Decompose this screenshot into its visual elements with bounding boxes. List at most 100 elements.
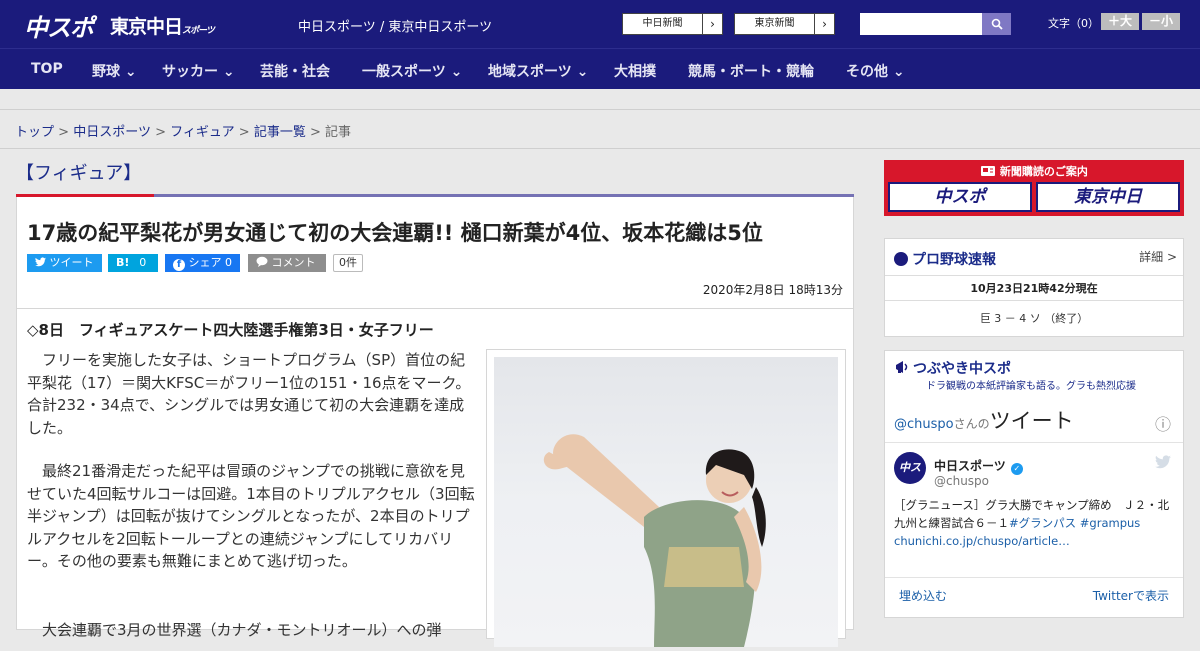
nav-item-baseball[interactable]: 野球 ⌄ [92, 61, 137, 81]
tweet-account-handle[interactable]: @chuspo [934, 474, 989, 488]
tokyo-chunichi-logo-sub: スポーツ [182, 26, 215, 36]
facebook-share-label: シェア [188, 256, 222, 269]
comment-label: コメント [271, 256, 316, 269]
tweet-account[interactable]: 中日スポーツ ✓ [934, 455, 1023, 475]
baseball-card-title: プロ野球速報 [894, 249, 996, 269]
verified-badge-icon: ✓ [1010, 463, 1023, 475]
top-bar: 中スポ 東京中日スポーツ 中日スポーツ / 東京中日スポーツ 中日新聞 › 東京新… [0, 0, 1200, 48]
nav-item-top[interactable]: TOP [31, 61, 63, 77]
chevron-right-icon: › [702, 14, 722, 34]
baseball-card-title-text: プロ野球速報 [912, 252, 996, 268]
skater-figure-illustration [543, 434, 766, 647]
hatena-bookmark-button[interactable]: B! 0 [108, 254, 158, 272]
breadcrumb-top[interactable]: トップ [15, 125, 54, 140]
baseball-score[interactable]: 巨 3 － 4 ソ （終了） [885, 310, 1183, 326]
divider [885, 442, 1183, 443]
breadcrumb-separator: > [238, 125, 250, 140]
font-smaller-button[interactable]: －小 [1142, 13, 1180, 30]
article-date: 2020年2月8日 18時13分 [702, 283, 843, 297]
nav-item-other[interactable]: その他 ⌄ [846, 61, 905, 81]
twitter-bird-icon [35, 257, 46, 267]
megaphone-icon [896, 361, 908, 373]
site-name: 中日スポーツ / 東京中日スポーツ [298, 20, 493, 35]
divider [885, 300, 1183, 301]
font-size-label: 文字（0） [1048, 17, 1099, 30]
nav-item-entertainment[interactable]: 芸能・社会 [260, 61, 330, 81]
breadcrumb-separator: > [309, 125, 321, 140]
nav-item-general-sports[interactable]: 一般スポーツ ⌄ [362, 61, 462, 81]
speech-bubble-icon [256, 256, 268, 267]
article-paragraph: 大会連覇で3月の世界選（カナダ・モントリオール）への弾 [42, 621, 442, 639]
tweets-header-handle[interactable]: @chuspo [894, 417, 954, 432]
divider [0, 148, 1200, 149]
chuspo-logo[interactable]: 中スポ [24, 8, 94, 43]
nav-item-keiba[interactable]: 競馬・ボート・競輪 [688, 61, 814, 81]
hatena-count: 0 [139, 256, 147, 269]
nav-item-soccer[interactable]: サッカー ⌄ [162, 61, 235, 81]
article-subheading: ◇8日 フィギュアスケート四大陸選手権第3日・女子フリー [27, 321, 434, 339]
tweet-button[interactable]: ツイート [27, 254, 102, 272]
comment-count-badge: 0件 [333, 254, 363, 272]
divider [885, 577, 1183, 578]
breadcrumb-chunichi-sports[interactable]: 中日スポーツ [73, 125, 151, 140]
comment-button[interactable]: コメント [248, 254, 326, 272]
tweets-header: @chuspoさんのツイート [894, 405, 1074, 435]
baseball-as-of: 10月23日21時42分現在 [970, 282, 1098, 295]
nav-item-sumo[interactable]: 大相撲 [614, 61, 656, 81]
breadcrumb-separator: > [155, 125, 166, 140]
chunichi-shimbun-link[interactable]: 中日新聞 › [622, 13, 723, 35]
twitter-bird-icon[interactable] [1155, 455, 1171, 469]
chunichi-shimbun-label: 中日新聞 [642, 18, 683, 29]
twitter-widget-title-text: つぶやき中スポ [913, 361, 1011, 377]
facebook-icon: f [173, 259, 185, 271]
tweets-header-suffix: さんの [953, 417, 990, 431]
chevron-right-icon: › [814, 14, 834, 34]
info-icon[interactable]: ⓘ [1155, 411, 1171, 435]
baseball-scores-card: プロ野球速報 詳細 > 10月23日21時42分現在 巨 3 － 4 ソ （終了… [884, 238, 1184, 337]
hatena-icon: B! [116, 256, 130, 269]
search-icon [991, 18, 1003, 30]
facebook-share-count: 0 [225, 256, 232, 269]
main-nav: TOP 野球 ⌄ サッカー ⌄ 芸能・社会 一般スポーツ ⌄ 地域スポーツ ⌄ … [0, 48, 1200, 89]
category-label: 【フィギュア】 [16, 163, 142, 184]
facebook-share-button[interactable]: f シェア 0 [165, 254, 240, 272]
breadcrumb: トップ > 中日スポーツ > フィギュア > 記事一覧 > 記事 [15, 121, 351, 140]
breadcrumb-article-list[interactable]: 記事一覧 [254, 125, 306, 140]
subscription-banner: 新聞購読のご案内 中スポ 東京中日 [884, 160, 1184, 216]
search-box [860, 13, 1011, 35]
embed-link[interactable]: 埋め込む [899, 587, 947, 604]
tweet-text: ［グラニュース］グラ大勝でキャンプ締め Ｊ２・北九州と練習試合６－１#グランパス… [894, 496, 1174, 550]
search-input[interactable] [860, 13, 982, 35]
divider [0, 109, 1200, 110]
subscribe-tokyo-chunichi-button[interactable]: 東京中日 [1036, 182, 1180, 212]
tokyo-shimbun-label: 東京新聞 [754, 18, 795, 29]
article-body: ◇8日 フィギュアスケート四大陸選手権第3日・女子フリー フリーを実施した女子は… [16, 309, 854, 647]
photo-ice-background [494, 357, 838, 647]
subscribe-chuspo-button[interactable]: 中スポ [888, 182, 1032, 212]
search-button[interactable] [982, 13, 1011, 35]
article-header: 17歳の紀平梨花が男女通じて初の大会連覇!! 樋口新葉が4位、坂本花織は5位 ツ… [16, 197, 854, 309]
twitter-widget: つぶやき中スポ ドラ観戦の本紙評論家も語る。グラも熱烈応援 @chuspoさんの… [884, 350, 1184, 618]
tweet-hashtag[interactable]: #グランパス [1009, 516, 1076, 530]
tokyo-shimbun-link[interactable]: 東京新聞 › [734, 13, 835, 35]
nav-item-local-sports[interactable]: 地域スポーツ ⌄ [488, 61, 588, 81]
breadcrumb-current: 記事 [325, 125, 352, 140]
subscription-title: 新聞購読のご案内 [884, 163, 1184, 179]
font-larger-button[interactable]: ＋大 [1101, 13, 1139, 30]
tweet-link[interactable]: chunichi.co.jp/chuspo/article… [894, 534, 1070, 548]
article-paragraph: 最終21番滑走だった紀平は冒頭のジャンプでの挑戦に意欲を見せていた4回転サルコー… [27, 462, 475, 570]
view-on-twitter-link[interactable]: Twitterで表示 [1093, 587, 1169, 604]
article-headline: 17歳の紀平梨花が男女通じて初の大会連覇!! 樋口新葉が4位、坂本花織は5位 [27, 221, 763, 245]
breadcrumb-figure[interactable]: フィギュア [170, 125, 234, 140]
tokyo-chunichi-logo[interactable]: 東京中日スポーツ [110, 12, 215, 39]
twitter-widget-title: つぶやき中スポ [894, 358, 1011, 378]
subscription-title-text: 新聞購読のご案内 [999, 165, 1088, 178]
article-photo[interactable] [486, 349, 846, 647]
tweets-header-word: ツイート [989, 409, 1074, 433]
tweet-account-name: 中日スポーツ [934, 459, 1006, 473]
twitter-widget-subtitle: ドラ観戦の本紙評論家も語る。グラも熱烈応援 [926, 381, 1136, 392]
chuspo-avatar[interactable]: 中ス [894, 452, 926, 484]
baseball-detail-link[interactable]: 詳細 > [1139, 248, 1177, 265]
tweet-hashtag[interactable]: #grampus [1080, 516, 1141, 530]
newspaper-icon [981, 166, 996, 176]
